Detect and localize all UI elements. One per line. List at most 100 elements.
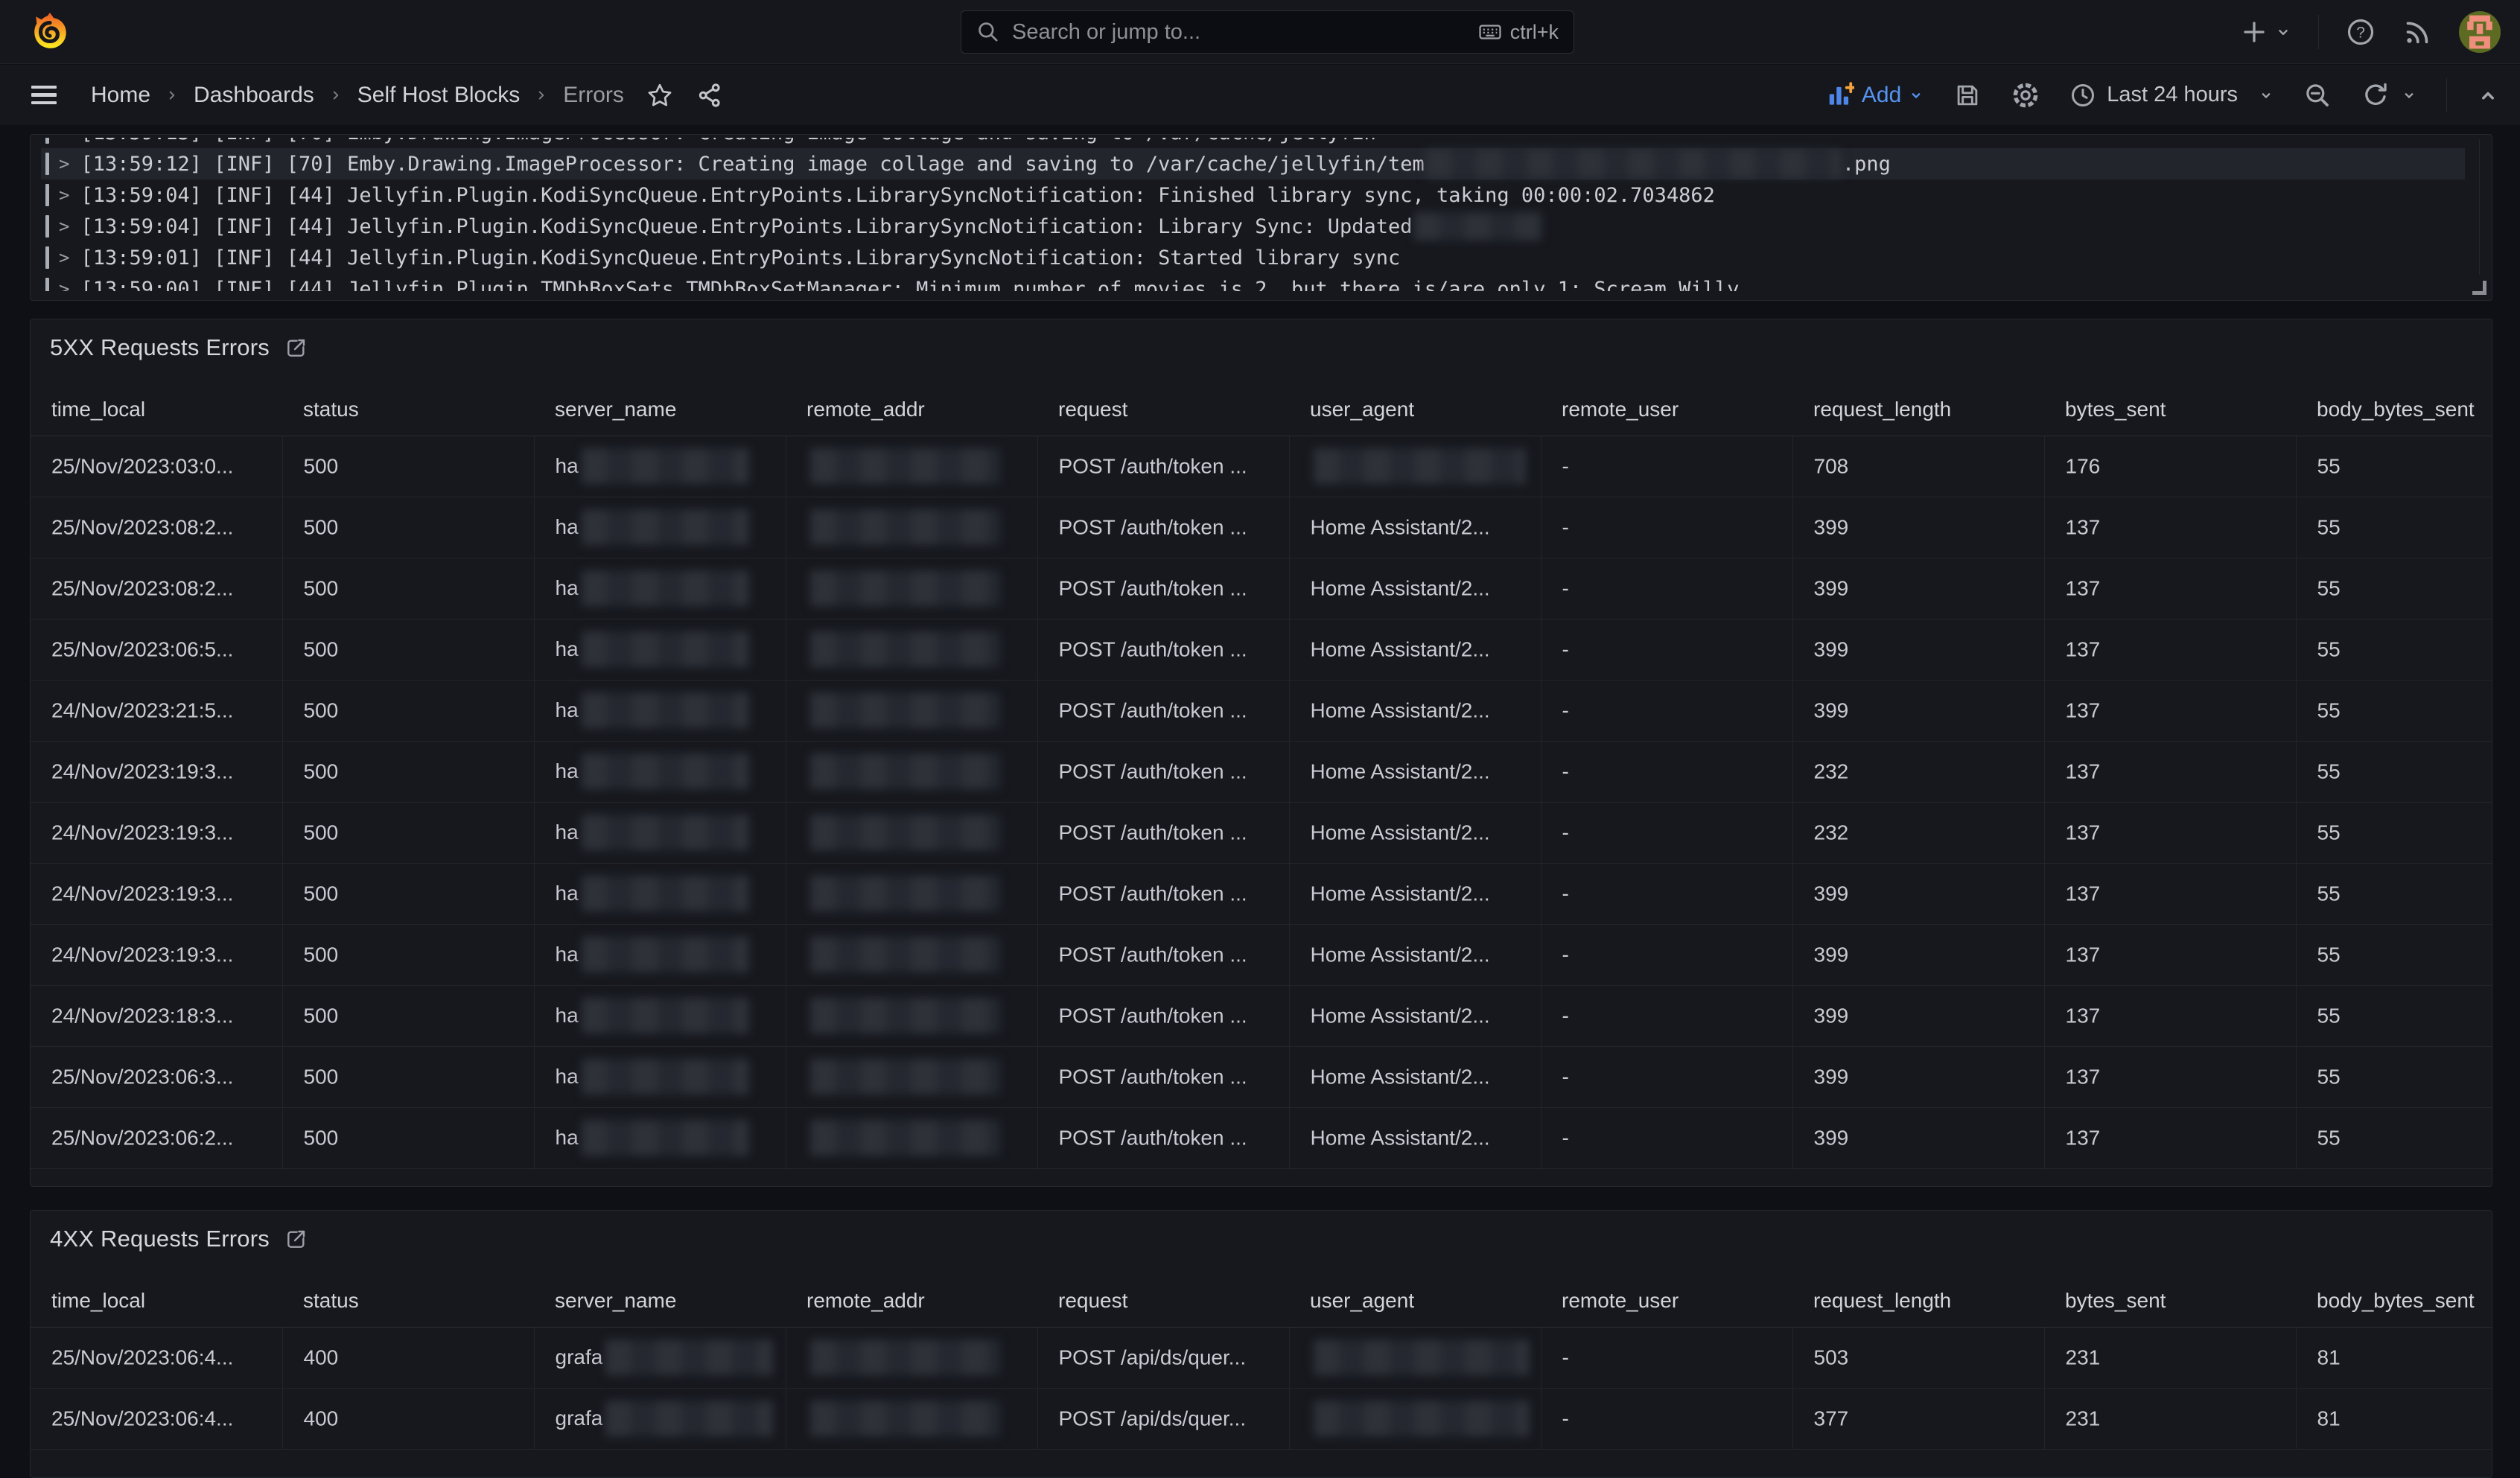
- column-header[interactable]: body_bytes_sent: [2296, 383, 2492, 436]
- column-header[interactable]: status: [282, 383, 534, 436]
- column-header[interactable]: bytes_sent: [2044, 383, 2296, 436]
- breadcrumb-item[interactable]: Home: [91, 83, 150, 108]
- table-cell: 55: [2296, 436, 2492, 497]
- log-row[interactable]: >[13:59:01] [INF] [44] Jellyfin.Plugin.K…: [41, 242, 2465, 273]
- column-header[interactable]: remote_user: [1541, 383, 1792, 436]
- user-avatar[interactable]: [2459, 11, 2501, 53]
- help-button[interactable]: ?: [2346, 17, 2376, 47]
- grafana-logo[interactable]: [31, 12, 69, 52]
- column-header[interactable]: time_local: [31, 383, 282, 436]
- panel-resize-handle[interactable]: [2472, 281, 2486, 295]
- log-row[interactable]: >[13:59:04] [INF] [44] Jellyfin.Plugin.K…: [41, 211, 2465, 242]
- add-button[interactable]: Add: [1826, 81, 1924, 109]
- collapse-toolbar-button[interactable]: [2477, 84, 2499, 106]
- table-cell: ha: [534, 1046, 786, 1107]
- column-header[interactable]: server_name: [534, 383, 786, 436]
- column-header[interactable]: server_name: [534, 1275, 786, 1327]
- log-expand-icon[interactable]: >: [59, 216, 69, 237]
- column-header[interactable]: body_bytes_sent: [2296, 1275, 2492, 1327]
- table-cell: ha: [534, 497, 786, 558]
- table-cell: POST /auth/token ...: [1037, 436, 1289, 497]
- table-cell: -: [1541, 863, 1792, 924]
- log-row[interactable]: >[13:59:13] [INF] [70] Emby.Drawing.Imag…: [41, 138, 2465, 148]
- redacted-text: [582, 876, 749, 911]
- log-expand-icon[interactable]: >: [59, 278, 69, 291]
- table-cell: [786, 1327, 1037, 1388]
- log-expand-icon[interactable]: >: [59, 185, 69, 206]
- table-row: 25/Nov/2023:06:3...500haPOST /auth/token…: [31, 1046, 2492, 1107]
- favorite-star-button[interactable]: [646, 82, 673, 109]
- column-header[interactable]: remote_addr: [786, 1275, 1037, 1327]
- column-header[interactable]: remote_user: [1541, 1275, 1792, 1327]
- column-header[interactable]: request: [1037, 1275, 1289, 1327]
- column-header[interactable]: bytes_sent: [2044, 1275, 2296, 1327]
- column-header[interactable]: request: [1037, 383, 1289, 436]
- redacted-text: [582, 692, 749, 728]
- refresh-interval-dropdown[interactable]: [2402, 88, 2416, 103]
- column-header[interactable]: request_length: [1792, 383, 2044, 436]
- table-cell: [786, 558, 1037, 619]
- column-header[interactable]: user_agent: [1289, 383, 1541, 436]
- log-list: >[13:59:13] [INF] [70] Emby.Drawing.Imag…: [41, 138, 2465, 291]
- log-level-bar: [45, 153, 49, 175]
- table-cell: 400: [282, 1327, 534, 1388]
- log-row[interactable]: >[13:59:12] [INF] [70] Emby.Drawing.Imag…: [41, 148, 2465, 179]
- table-cell: 137: [2044, 802, 2296, 863]
- dashboard-settings-button[interactable]: [2011, 81, 2040, 109]
- table-cell: Home Assistant/2...: [1289, 802, 1541, 863]
- share-button[interactable]: [697, 82, 724, 109]
- column-header[interactable]: status: [282, 1275, 534, 1327]
- log-text: [13:59:04] [INF] [44] Jellyfin.Plugin.Ko…: [80, 184, 1714, 207]
- table-cell: -: [1541, 1388, 1792, 1449]
- table-cell: 500: [282, 619, 534, 680]
- search-input[interactable]: Search or jump to... ctrl+k: [961, 10, 1574, 54]
- refresh-button[interactable]: [2361, 81, 2390, 109]
- column-header[interactable]: request_length: [1792, 1275, 2044, 1327]
- breadcrumb-item[interactable]: Errors: [563, 83, 624, 108]
- table-cell: 55: [2296, 924, 2492, 985]
- save-dashboard-button[interactable]: [1953, 81, 1982, 109]
- table-cell: -: [1541, 924, 1792, 985]
- redacted-text: [810, 1340, 1000, 1375]
- breadcrumb-item[interactable]: Dashboards: [194, 83, 314, 108]
- log-row[interactable]: > [13:59:04] [INF] [44] Jellyfin.Plugin.K…: [41, 179, 2465, 211]
- dashboard-toolbar: Home Dashboards Self Host Blocks Errors: [0, 65, 2520, 125]
- table-cell: POST /auth/token ...: [1037, 741, 1289, 802]
- column-header[interactable]: user_agent: [1289, 1275, 1541, 1327]
- column-header[interactable]: remote_addr: [786, 383, 1037, 436]
- redacted-text: [582, 570, 749, 606]
- table-cell: 81: [2296, 1388, 2492, 1449]
- column-header[interactable]: time_local: [31, 1275, 282, 1327]
- log-expand-icon[interactable]: >: [59, 153, 69, 174]
- table-cell: [786, 619, 1037, 680]
- redacted-text: [810, 509, 1000, 545]
- breadcrumb-item[interactable]: Self Host Blocks: [357, 83, 520, 108]
- redacted-text: [582, 448, 749, 484]
- panel-4xx-requests-errors: 4XX Requests Errors time_localstatusserv…: [30, 1210, 2492, 1478]
- external-link-icon[interactable]: [284, 336, 308, 360]
- table-cell: 55: [2296, 802, 2492, 863]
- table-cell: 24/Nov/2023:19:3...: [31, 924, 282, 985]
- menu-toggle[interactable]: [31, 81, 57, 109]
- table-cell: -: [1541, 436, 1792, 497]
- table-cell: -: [1541, 1046, 1792, 1107]
- log-scrollbar[interactable]: [2479, 139, 2480, 275]
- table-cell: Home Assistant/2...: [1289, 558, 1541, 619]
- search-placeholder: Search or jump to...: [1012, 20, 1466, 45]
- table-cell: 55: [2296, 863, 2492, 924]
- table-cell: 231: [2044, 1388, 2296, 1449]
- redacted-text: [582, 754, 749, 789]
- table-cell: ha: [534, 741, 786, 802]
- log-expand-icon[interactable]: >: [59, 138, 69, 143]
- table-cell: 24/Nov/2023:19:3...: [31, 741, 282, 802]
- news-button[interactable]: [2402, 17, 2432, 47]
- external-link-icon[interactable]: [284, 1227, 308, 1251]
- search-icon: [976, 20, 1000, 44]
- new-button[interactable]: [2241, 19, 2291, 45]
- log-row[interactable]: >[13:59:00] [INF] [44] Jellyfin.Plugin.T…: [41, 273, 2465, 291]
- time-range-picker[interactable]: Last 24 hours: [2069, 82, 2274, 109]
- zoom-out-button[interactable]: [2303, 81, 2332, 109]
- redacted-text: [1414, 212, 1541, 241]
- log-expand-icon[interactable]: >: [59, 247, 69, 268]
- table-cell: 24/Nov/2023:19:3...: [31, 863, 282, 924]
